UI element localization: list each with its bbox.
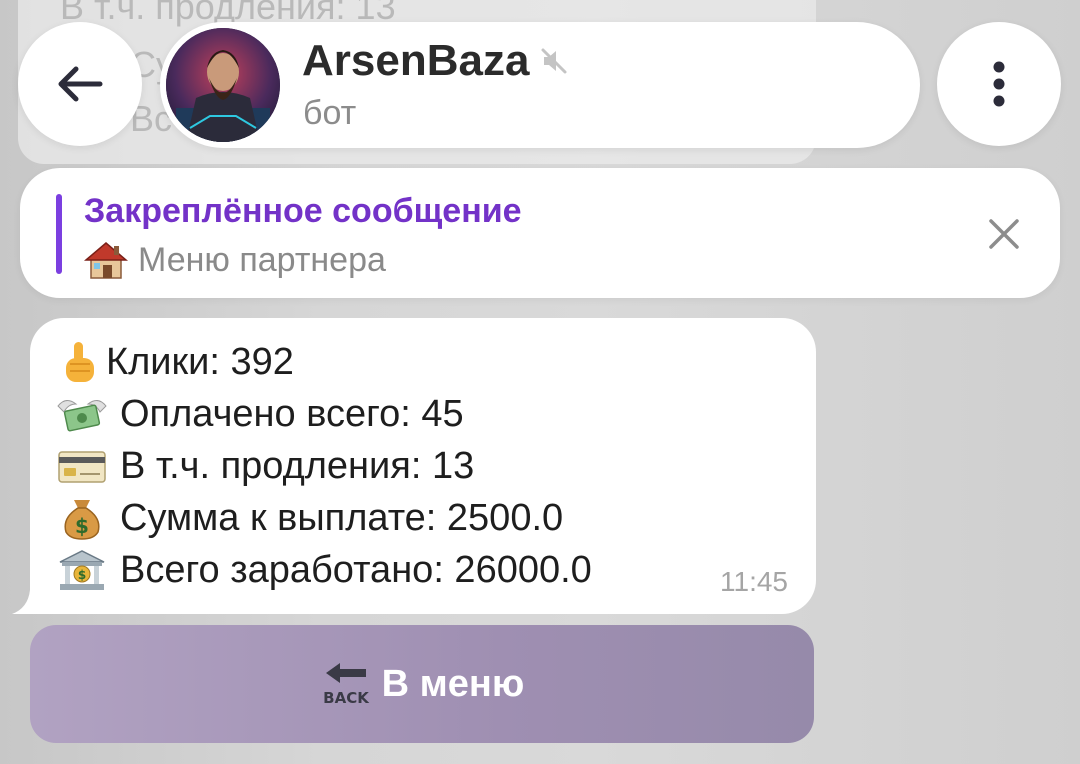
credit-card-icon <box>58 451 106 483</box>
message-line-text: Сумма к выплате: 2500.0 <box>120 496 564 539</box>
back-to-menu-button[interactable]: BACK В меню <box>30 625 814 743</box>
pinned-title: Закреплённое сообщение <box>84 192 522 230</box>
message-line-renewals: В т.ч. продления: 13 <box>56 444 474 488</box>
pointing-finger-icon <box>66 342 94 382</box>
chat-subtitle: бот <box>303 94 357 132</box>
back-to-menu-label: В меню <box>381 662 525 705</box>
pinned-text-row: Меню партнера <box>84 240 386 280</box>
more-options-button[interactable] <box>937 22 1061 146</box>
message-bubble[interactable]: Клики: 392 Оплачено всего: 45 В т.ч. про… <box>30 318 816 614</box>
message-line-text: Оплачено всего: 45 <box>120 392 464 435</box>
message-line-earned: $ Всего заработано: 26000.0 <box>56 548 592 592</box>
close-icon[interactable] <box>986 216 1022 252</box>
back-arrow-icon: BACK <box>323 663 370 707</box>
money-wings-icon <box>57 400 107 432</box>
pinned-message-bar[interactable]: Закреплённое сообщение Меню партнера <box>20 168 1060 298</box>
message-line-payout: $ Сумма к выплате: 2500.0 <box>56 496 563 540</box>
message-line-clicks: Клики: 392 <box>60 340 294 384</box>
message-line-text: Всего заработано: 26000.0 <box>120 548 592 591</box>
bank-icon: $ <box>59 550 105 590</box>
kebab-menu-icon <box>993 61 1005 107</box>
svg-text:$: $ <box>78 568 86 582</box>
svg-text:$: $ <box>75 514 89 538</box>
money-bag-icon: $ <box>64 500 100 540</box>
chat-header[interactable]: ArsenBaza бот <box>160 22 920 148</box>
chat-name-text: ArsenBaza <box>302 36 530 85</box>
message-time: 11:45 <box>720 566 788 597</box>
speaker-muted-icon <box>541 48 567 74</box>
house-icon <box>84 242 128 279</box>
message-line-text: В т.ч. продления: 13 <box>120 444 475 487</box>
avatar[interactable] <box>166 28 280 142</box>
arrow-left-icon <box>58 66 103 102</box>
message-line-text: Клики: 392 <box>106 340 294 383</box>
pinned-accent-bar <box>56 194 62 274</box>
chat-title: ArsenBaza <box>302 36 569 86</box>
back-button[interactable] <box>18 22 142 146</box>
back-icon-text: BACK <box>323 689 370 707</box>
message-line-paid: Оплачено всего: 45 <box>56 392 464 436</box>
pinned-text: Меню партнера <box>138 240 386 279</box>
